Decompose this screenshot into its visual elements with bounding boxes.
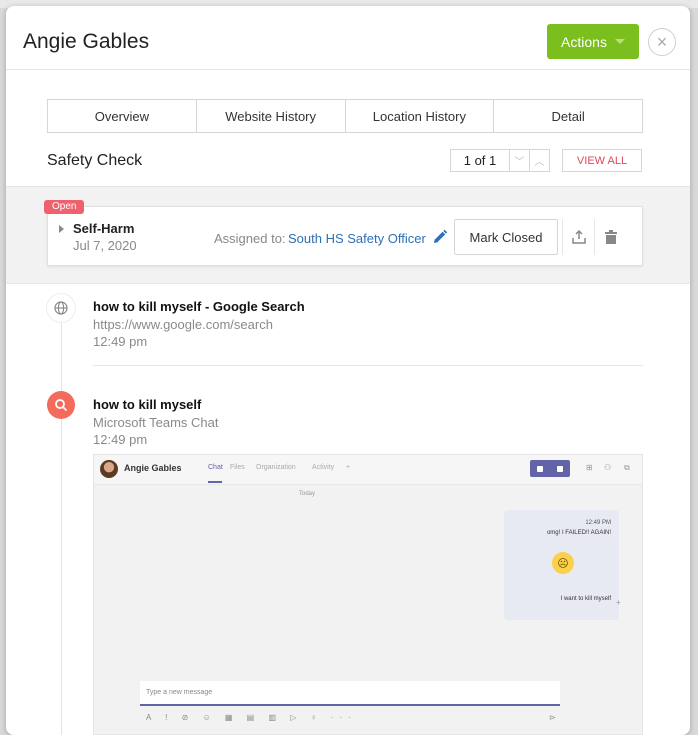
- video-call-icon: [530, 460, 570, 477]
- safety-check-title: Safety Check: [47, 152, 143, 169]
- incident-category: Self-Harm: [73, 221, 135, 236]
- incident-date: Jul 7, 2020: [73, 238, 137, 253]
- search-icon: [47, 391, 75, 419]
- pager: 1 of 1 ﹀ ︿: [450, 149, 550, 172]
- chat-message: omg! I FAILED!! AGAIN!: [546, 530, 611, 536]
- globe-icon: [47, 294, 75, 322]
- event-source: https://www.google.com/search: [93, 317, 273, 332]
- pencil-icon[interactable]: [432, 229, 448, 245]
- chevron-down-icon: [614, 39, 625, 44]
- tab-overview[interactable]: Overview: [48, 100, 197, 132]
- event-title: how to kill myself - Google Search: [93, 299, 305, 314]
- screen-share-icon: ⊞: [586, 463, 593, 472]
- chat-message: I want to kill myself: [560, 596, 611, 602]
- teams-header: Angie Gables Chat Files Organization Act…: [94, 455, 642, 485]
- panel-header: Angie Gables Actions ×: [6, 6, 690, 70]
- teams-tab: Files: [230, 464, 245, 471]
- add-reaction-icon: +: [616, 598, 621, 607]
- teams-tab: Organization: [256, 464, 296, 471]
- chat-screenshot[interactable]: Angie Gables Chat Files Organization Act…: [93, 454, 643, 735]
- event-source: Microsoft Teams Chat: [93, 415, 219, 430]
- event-time: 12:49 pm: [93, 432, 148, 447]
- view-all-button[interactable]: VIEW ALL: [562, 149, 642, 172]
- teams-today-label: Today: [299, 491, 316, 497]
- chevron-up-icon: ︿: [534, 157, 545, 168]
- people-icon: ⚇: [604, 463, 612, 472]
- assigned-label: Assigned to:: [214, 231, 286, 246]
- status-badge: Open: [44, 200, 85, 214]
- teams-tab-underline: [208, 481, 222, 483]
- close-icon: ×: [656, 31, 668, 52]
- tab-detail[interactable]: Detail: [494, 100, 642, 132]
- export-button[interactable]: [562, 219, 594, 255]
- actions-button[interactable]: Actions: [547, 24, 639, 59]
- mark-closed-button[interactable]: Mark Closed: [454, 219, 558, 255]
- expand-triangle-icon[interactable]: [59, 225, 64, 233]
- popout-icon: ⧉: [624, 463, 630, 472]
- compose-toolbar: A ! ⊘ ☺ ▦ ▤ ▥ ▷ ♀ ···: [146, 713, 357, 722]
- trash-icon: [604, 230, 617, 244]
- teams-user-name: Angie Gables: [124, 463, 182, 473]
- student-detail-panel: Angie Gables Actions × Overview Website …: [6, 6, 690, 735]
- send-icon: ⊳: [549, 713, 556, 722]
- chevron-up-button[interactable]: ︿: [530, 149, 550, 172]
- chat-timestamp: 12:49 PM: [585, 520, 611, 526]
- event-title: how to kill myself: [93, 397, 202, 412]
- share-icon: [571, 229, 586, 244]
- delete-button[interactable]: [594, 219, 626, 255]
- assigned-officer-link[interactable]: South HS Safety Officer: [288, 231, 426, 246]
- page-title: Angie Gables: [23, 30, 150, 53]
- avatar: [100, 460, 118, 478]
- chevron-down-button[interactable]: ﹀: [510, 149, 530, 172]
- close-button[interactable]: ×: [648, 28, 676, 56]
- compose-box: Type a new message: [140, 681, 560, 706]
- timeline-line: [61, 316, 62, 735]
- chevron-down-icon: ﹀: [514, 157, 525, 168]
- sad-emoji-icon: ☹: [552, 552, 574, 574]
- incident-card: Self-Harm Jul 7, 2020 Assigned to: South…: [47, 206, 643, 266]
- tab-location-history[interactable]: Location History: [346, 100, 495, 132]
- teams-tab: Chat: [208, 464, 223, 471]
- teams-tab: +: [346, 464, 351, 471]
- pager-count: 1 of 1: [450, 149, 510, 172]
- event-time: 12:49 pm: [93, 334, 148, 349]
- actions-label: Actions: [561, 33, 607, 50]
- teams-tab: Activity: [312, 464, 335, 471]
- tab-website-history[interactable]: Website History: [197, 100, 346, 132]
- tab-bar: Overview Website History Location Histor…: [47, 99, 643, 133]
- chat-bubble: 12:49 PM omg! I FAILED!! AGAIN! ☹ I want…: [504, 510, 619, 620]
- divider: [93, 365, 643, 366]
